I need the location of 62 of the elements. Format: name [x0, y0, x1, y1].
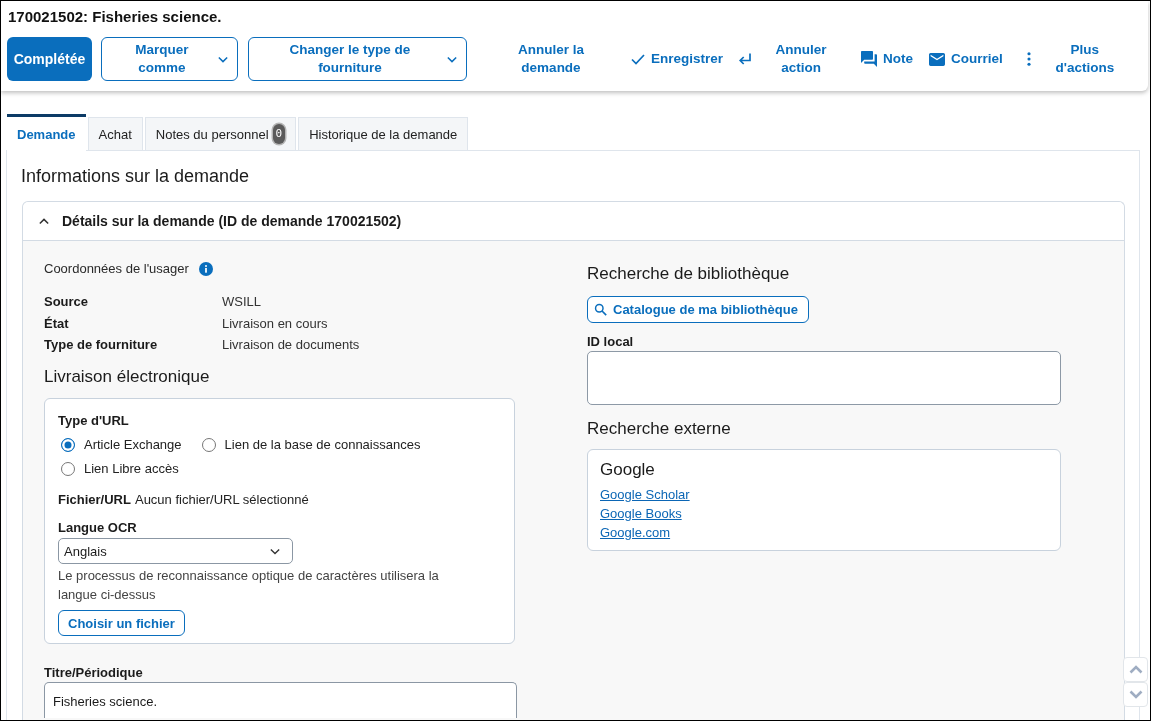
help-text: Le processus de reconnaissance optique de caractères utilisera la langue ci-dessus	[58, 566, 440, 604]
chat-bubbles-icon	[861, 51, 878, 67]
info-icon[interactable]	[198, 261, 213, 276]
detail-value: Livraison en cours	[222, 314, 328, 333]
language-select[interactable]: Anglais	[58, 538, 293, 564]
dropdown-button[interactable]: Marquer comme	[101, 37, 238, 81]
search-link[interactable]: Google Books	[600, 503, 682, 523]
envelope-icon	[929, 52, 946, 66]
subsection-title: Livraison électronique	[44, 366, 211, 388]
detail-value: WSILL	[222, 293, 261, 311]
subsection-title: Recherche de bibliothèque	[587, 263, 791, 285]
field-label: ID local	[587, 332, 635, 350]
field-value: Aucun fichier/URL sélectionné	[134, 491, 309, 507]
chevron-down-icon	[447, 55, 457, 63]
field-label: Langue OCR	[58, 518, 138, 536]
return-arrow-icon	[739, 53, 752, 65]
chevron-down-icon	[218, 55, 228, 63]
toolbar-button[interactable]: Note	[853, 37, 922, 81]
primary-button[interactable]: Complétée	[7, 37, 92, 81]
toolbar-button[interactable]: Enregistrer	[623, 37, 732, 81]
radio-option[interactable]: Article Exchange	[61, 432, 182, 457]
toolbar-button[interactable]: Plus d'actions	[1018, 37, 1127, 81]
scroll-down-button[interactable]	[1123, 682, 1148, 707]
search-icon	[594, 303, 607, 316]
radio-option[interactable]: Lien de la base de connaissances	[201, 432, 421, 457]
chevron-down-icon	[1128, 690, 1143, 699]
field-label: Type d'URL	[58, 412, 130, 429]
check-icon	[631, 53, 645, 65]
tab[interactable]: Notes du personnel 0	[144, 117, 297, 150]
field-label: Titre/Périodique	[44, 663, 144, 681]
radio-icon[interactable]	[201, 437, 216, 452]
tab[interactable]: Historique de la demande	[298, 117, 469, 150]
toolbar-button[interactable]: Annuler la demande	[503, 37, 599, 81]
count-badge: 0	[272, 124, 286, 144]
catalog-search-button[interactable]: Catalogue de ma bibliothèque	[587, 296, 809, 323]
field-label: Fichier/URL	[58, 491, 131, 507]
radio-icon[interactable]	[61, 461, 75, 476]
title-field[interactable]: Fisheries science.	[44, 682, 517, 718]
detail-label: État	[44, 314, 70, 333]
more-icon	[1026, 52, 1031, 66]
chevron-up-icon	[1128, 665, 1143, 674]
local-id-field[interactable]	[587, 351, 1061, 405]
scroll-up-button[interactable]	[1123, 657, 1148, 682]
detail-label: Source	[44, 293, 90, 311]
page-title: 170021502: Fisheries science.	[8, 7, 223, 27]
toolbar-button[interactable]: Courriel	[921, 37, 1011, 81]
provider-title: Google	[600, 459, 656, 481]
radio-icon[interactable]	[61, 437, 75, 452]
search-link[interactable]: Google Scholar	[600, 484, 690, 504]
search-link[interactable]: Google.com	[600, 522, 671, 542]
choose-file-button[interactable]: Choisir un fichier	[58, 610, 185, 636]
chevron-down-icon	[270, 547, 280, 555]
tab[interactable]: Demande	[7, 114, 86, 151]
dropdown-button[interactable]: Changer le type de fourniture	[248, 37, 467, 81]
toolbar-button[interactable]: Annuler action	[731, 37, 848, 81]
patron-label: Coordonnées de l'usager	[44, 260, 189, 277]
detail-value: Livraison de documents	[222, 336, 360, 354]
detail-label: Type de fourniture	[44, 336, 159, 354]
section-title: Informations sur la demande	[21, 165, 251, 188]
radio-option[interactable]: Lien Libre accès	[61, 456, 179, 481]
tab[interactable]: Achat	[87, 117, 143, 150]
subsection-title: Recherche externe	[587, 418, 732, 440]
